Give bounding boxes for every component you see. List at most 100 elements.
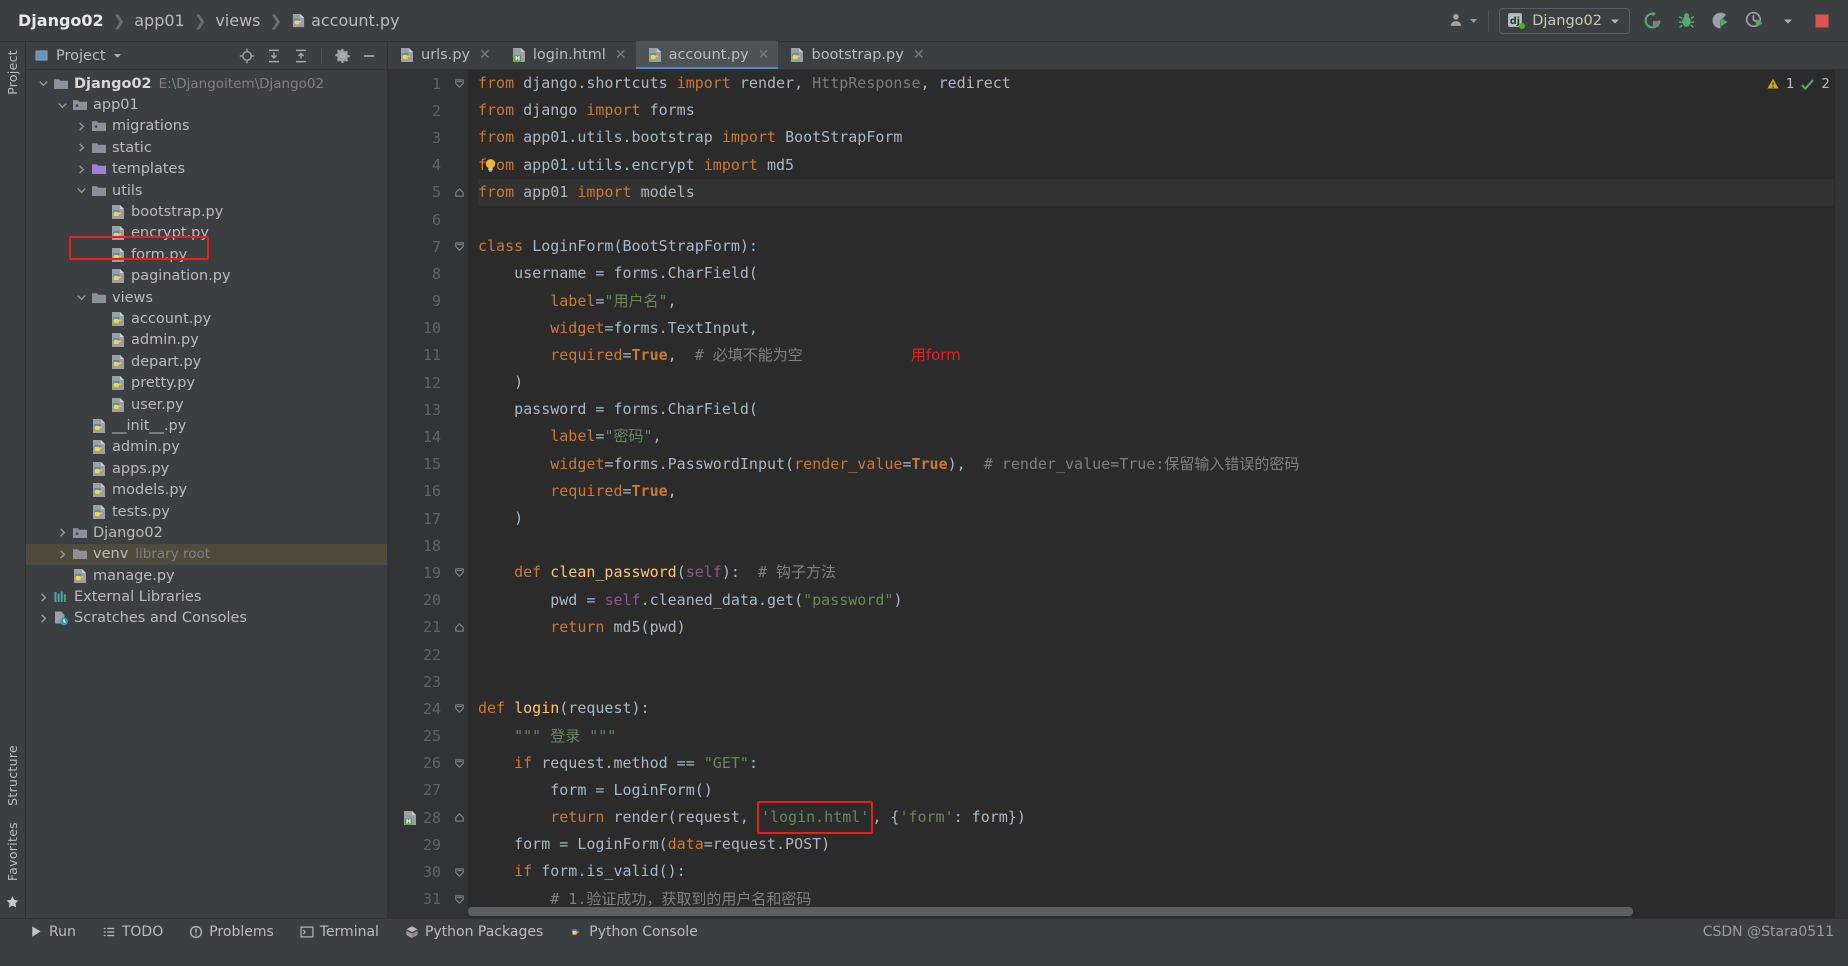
bottom-bar-item-problems[interactable]: Problems: [189, 924, 274, 940]
fold-marker[interactable]: [450, 614, 468, 641]
code-line[interactable]: class LoginForm(BootStrapForm):: [478, 233, 1834, 260]
debug-button[interactable]: [1674, 9, 1698, 33]
close-icon[interactable]: ✕: [479, 47, 491, 63]
tool-tab-structure[interactable]: Structure: [3, 737, 22, 814]
chevron-down-icon[interactable]: [74, 292, 89, 303]
code-line[interactable]: from app01.utils.encrypt import md5: [478, 152, 1834, 179]
code-line[interactable]: [478, 641, 1834, 668]
tree-node-static[interactable]: static: [26, 137, 387, 158]
close-icon[interactable]: ✕: [615, 47, 627, 63]
chevron-right-icon[interactable]: [55, 549, 70, 560]
run-coverage-button[interactable]: [1708, 9, 1732, 33]
code-line[interactable]: from app01.utils.bootstrap import BootSt…: [478, 124, 1834, 151]
editor-tab-account-py[interactable]: account.py ✕: [635, 41, 779, 69]
tree-node-django02[interactable]: Django02 E:\Djangoitem\Django02: [26, 73, 387, 94]
tree-node-scratches-and-consoles[interactable]: Scratches and Consoles: [26, 608, 387, 629]
bottom-bar-item-python-packages[interactable]: Python Packages: [405, 924, 543, 940]
bottom-bar-item-terminal[interactable]: Terminal: [300, 924, 379, 940]
tool-tab-favorites[interactable]: Favorites: [3, 814, 22, 889]
scrollbar-thumb[interactable]: [468, 907, 1633, 916]
tree-node-pretty-py[interactable]: pretty.py: [26, 372, 387, 393]
chevron-right-icon[interactable]: [36, 613, 51, 624]
code-line[interactable]: return render(request, 'login.html', {'f…: [478, 801, 1834, 835]
tree-node-external-libraries[interactable]: External Libraries: [26, 586, 387, 607]
code-line[interactable]: from app01 import models: [478, 178, 1834, 206]
gear-icon[interactable]: [332, 46, 352, 66]
tree-node-models-py[interactable]: models.py: [26, 479, 387, 500]
tree-node-tests-py[interactable]: tests.py: [26, 501, 387, 522]
code-line[interactable]: from django import forms: [478, 97, 1834, 124]
tree-node-django02[interactable]: Django02: [26, 522, 387, 543]
chevron-right-icon[interactable]: [74, 142, 89, 153]
hide-panel-icon[interactable]: [359, 46, 379, 66]
code-line[interactable]: required = True,: [478, 478, 1834, 505]
bottom-bar-item-python-console[interactable]: Python Console: [569, 924, 698, 940]
breadcrumb-item-app01[interactable]: app01: [130, 10, 188, 31]
code-folding-column[interactable]: [450, 70, 468, 918]
chevron-right-icon[interactable]: [36, 592, 51, 603]
code-line[interactable]: [478, 532, 1834, 559]
fold-marker[interactable]: [450, 179, 468, 206]
chevron-right-icon[interactable]: [74, 164, 89, 175]
tree-node-pagination-py[interactable]: pagination.py: [26, 266, 387, 287]
bottom-bar-item-run[interactable]: Run: [30, 924, 76, 940]
star-icon[interactable]: [5, 889, 20, 918]
inspection-status[interactable]: 1 2: [1766, 76, 1830, 92]
code-line[interactable]: def login (request):: [478, 695, 1834, 722]
tree-node-user-py[interactable]: user.py: [26, 394, 387, 415]
bottom-bar-item-todo[interactable]: TODO: [102, 924, 163, 940]
run-configuration-selector[interactable]: dj Django02: [1499, 7, 1630, 34]
tree-node--init-py[interactable]: __init__.py: [26, 415, 387, 436]
profile-button[interactable]: [1742, 9, 1766, 33]
tree-node-admin-py[interactable]: admin.py: [26, 330, 387, 351]
error-marker-bar[interactable]: [1834, 70, 1848, 918]
collapse-all-icon[interactable]: [291, 46, 311, 66]
stop-button[interactable]: [1810, 9, 1834, 33]
editor-tab-bar[interactable]: urls.py ✕ Hlogin.html ✕ account.py ✕ bootstrap…: [388, 41, 1848, 70]
breadcrumb-item-file[interactable]: account.py: [287, 10, 403, 31]
user-account-button[interactable]: [1449, 12, 1478, 29]
code-line[interactable]: form = LoginForm(data =request.POST): [478, 831, 1834, 858]
tree-node-manage-py[interactable]: manage.py: [26, 565, 387, 586]
tree-node-admin-py[interactable]: admin.py: [26, 437, 387, 458]
code-line[interactable]: def clean_password(self): # 钩子方法: [478, 559, 1834, 586]
tree-node-encrypt-py[interactable]: encrypt.py: [26, 223, 387, 244]
code-line[interactable]: widget =forms.PasswordInput(render_value =…: [478, 451, 1834, 478]
breadcrumb-item-views[interactable]: views: [211, 10, 264, 31]
code-line[interactable]: [478, 206, 1834, 233]
tree-node-bootstrap-py[interactable]: bootstrap.py: [26, 201, 387, 222]
tree-node-depart-py[interactable]: depart.py: [26, 351, 387, 372]
editor-tab-login-html[interactable]: Hlogin.html ✕: [500, 41, 636, 69]
code-line[interactable]: form = LoginForm(): [478, 777, 1834, 804]
fold-marker[interactable]: [450, 70, 468, 97]
tree-node-templates[interactable]: templates: [26, 159, 387, 180]
rerun-button[interactable]: [1640, 9, 1664, 33]
close-icon[interactable]: ✕: [913, 47, 925, 63]
code-line[interactable]: username = forms.CharField(: [478, 260, 1834, 287]
code-editor[interactable]: 1 2 3 4 5 6 7 8 9 10 11 12 13 14 15 16 17 18 19 20 21 22 23 24 2…: [388, 70, 1848, 918]
code-line[interactable]: label = "密码",: [478, 423, 1834, 450]
locate-file-icon[interactable]: [237, 46, 257, 66]
tree-node-form-py[interactable]: form.py: [26, 244, 387, 265]
tree-node-views[interactable]: views: [26, 287, 387, 308]
tree-node-apps-py[interactable]: apps.py: [26, 458, 387, 479]
fold-marker[interactable]: [450, 750, 468, 777]
more-run-options[interactable]: [1776, 9, 1800, 33]
chevron-right-icon[interactable]: [55, 527, 70, 538]
tree-node-utils[interactable]: utils: [26, 180, 387, 201]
chevron-down-icon[interactable]: [74, 185, 89, 196]
editor-tab-bootstrap-py[interactable]: bootstrap.py ✕: [778, 41, 933, 69]
bottom-tool-bar[interactable]: Run TODO Problems Terminal Python Packages Py…: [0, 918, 1848, 944]
tree-node-venv[interactable]: venv library root: [26, 543, 387, 565]
code-line[interactable]: ): [478, 505, 1834, 532]
expand-all-icon[interactable]: [264, 46, 284, 66]
code-line[interactable]: """ 登录 """: [478, 723, 1834, 750]
chevron-down-icon[interactable]: [113, 51, 122, 60]
code-line[interactable]: from django.shortcuts import render, Htt…: [478, 70, 1834, 97]
breadcrumb-item-project[interactable]: Django02: [14, 10, 108, 31]
code-line[interactable]: required = True, # 必填不能为空 用form: [478, 342, 1834, 369]
fold-marker[interactable]: [450, 559, 468, 586]
gutter-html-file-icon[interactable]: H: [402, 810, 418, 826]
code-content[interactable]: from django.shortcuts import render, Htt…: [468, 70, 1834, 918]
code-line[interactable]: pwd = self .cleaned_data.get("password"): [478, 587, 1834, 614]
